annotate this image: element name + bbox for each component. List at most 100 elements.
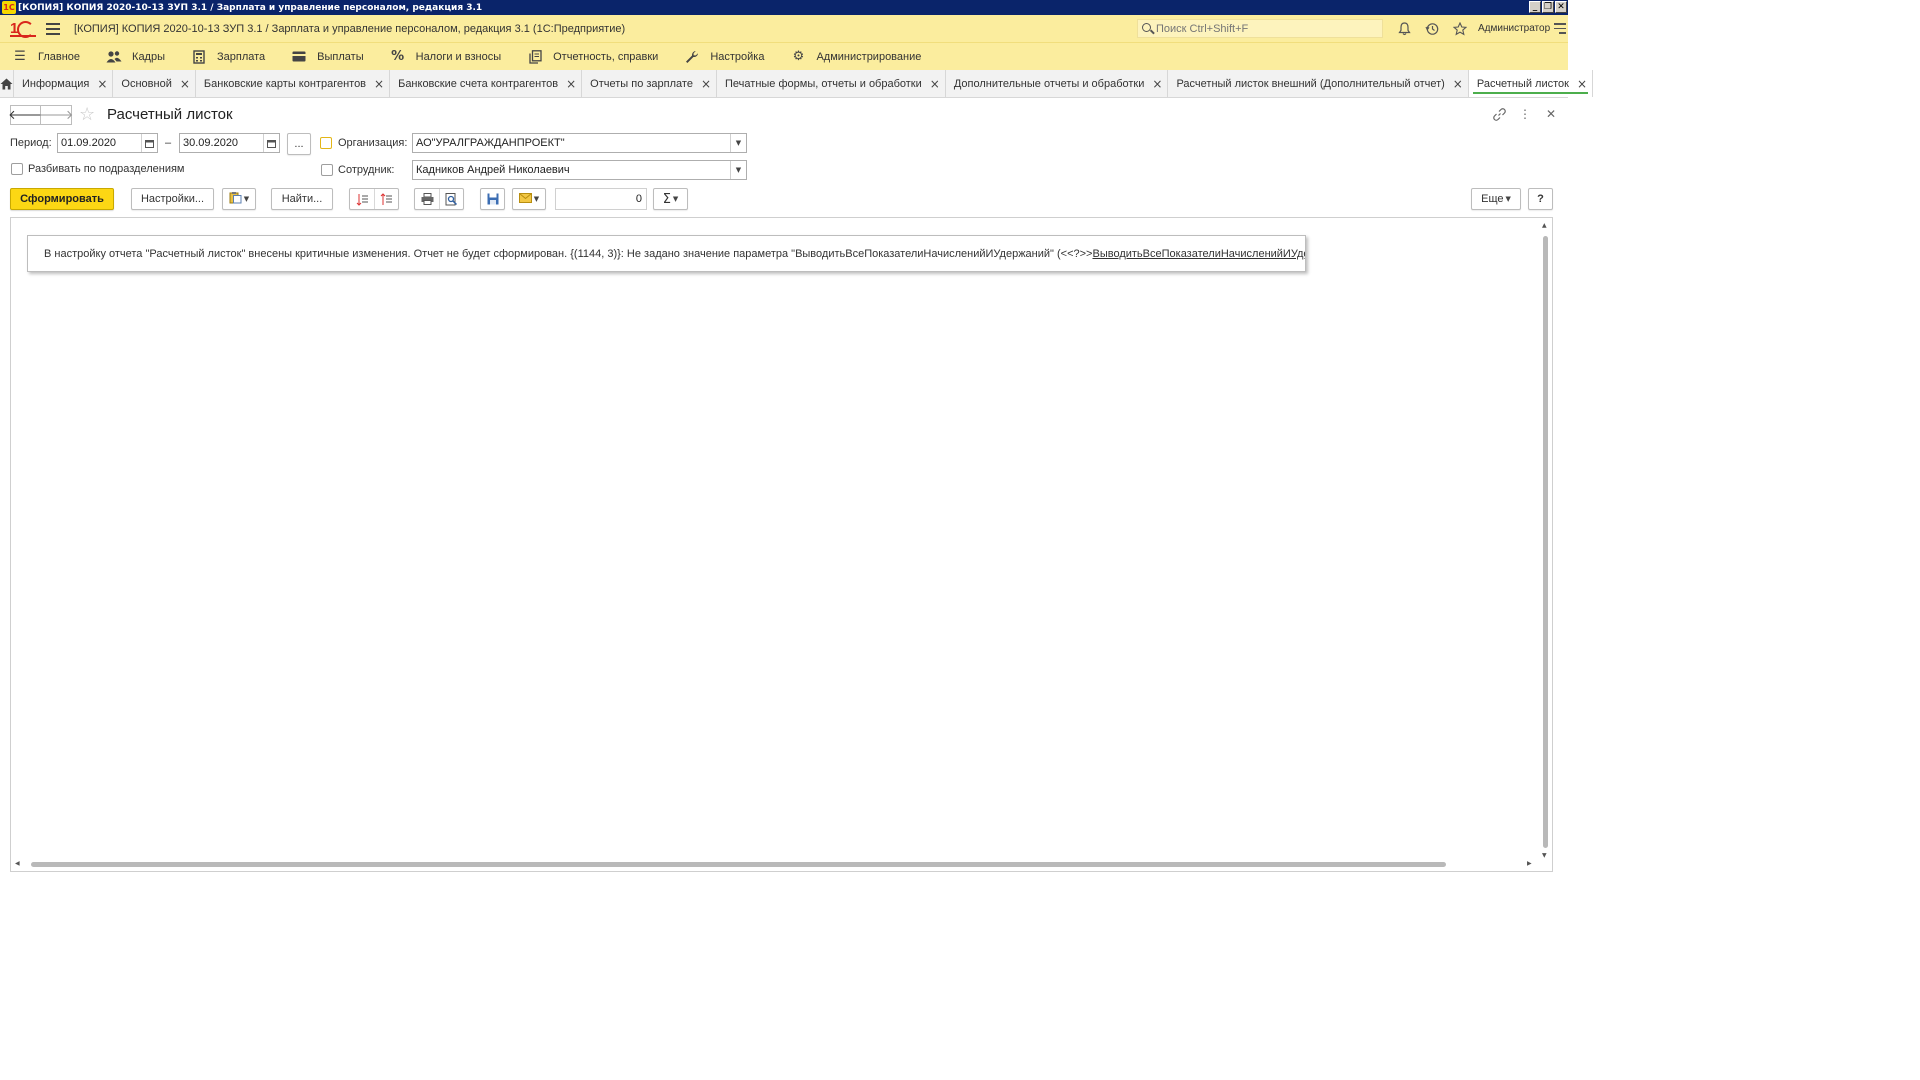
tab-bank-accounts[interactable]: Банковские счета контрагентов × xyxy=(390,70,583,97)
header-menu-icon[interactable] xyxy=(1552,20,1566,37)
calendar-icon[interactable] xyxy=(263,134,279,152)
help-button[interactable]: ? xyxy=(1528,188,1553,210)
minimize-button[interactable]: _ xyxy=(1529,1,1541,13)
section-label: Налоги и взносы xyxy=(415,50,502,63)
history-icon[interactable] xyxy=(1418,19,1446,38)
tab-bank-cards[interactable]: Банковские карты контрагентов × xyxy=(196,70,391,97)
scroll-down-icon[interactable]: ▼ xyxy=(1542,852,1547,859)
wrench-icon xyxy=(684,49,700,65)
forward-button[interactable]: 🡒 xyxy=(39,105,73,125)
section-reporting[interactable]: Отчетность, справки xyxy=(515,43,672,71)
tab-print-forms[interactable]: Печатные формы, отчеты и обработки × xyxy=(717,70,946,97)
favorite-star-icon[interactable]: ☆ xyxy=(79,104,95,125)
calendar-icon[interactable] xyxy=(141,134,157,152)
vertical-scrollbar[interactable]: ▲ ▼ xyxy=(1541,222,1550,862)
home-icon[interactable] xyxy=(0,70,14,97)
section-label: Отчетность, справки xyxy=(553,50,659,63)
error-message-link[interactable]: ВыводитьВсеПоказателиНачисленийИУдержани… xyxy=(1092,248,1305,260)
section-label: Кадры xyxy=(132,50,165,63)
scroll-left-icon[interactable]: ◀ xyxy=(15,860,20,867)
save-buttons xyxy=(480,188,505,210)
collapse-groups-icon[interactable] xyxy=(350,189,374,209)
horizontal-scrollbar[interactable]: ◀ ▶ xyxy=(15,860,1537,869)
tab-close-icon[interactable]: × xyxy=(701,77,711,91)
global-search[interactable] xyxy=(1137,19,1383,38)
organization-field[interactable]: АО"УРАЛГРАЖДАНПРОЕКТ" ▼ xyxy=(412,133,747,153)
employee-field[interactable]: Кадников Андрей Николаевич ▼ xyxy=(412,160,747,180)
tab-main[interactable]: Основной × xyxy=(113,70,196,97)
tab-payslip-external[interactable]: Расчетный листок внешний (Дополнительный… xyxy=(1168,70,1469,97)
tab-close-icon[interactable]: × xyxy=(374,77,384,91)
menu-list-icon: ☰ xyxy=(14,49,26,64)
sum-value-field[interactable]: 0 xyxy=(555,188,647,210)
split-by-departments-checkbox[interactable] xyxy=(11,163,23,175)
tab-label: Расчетный листок xyxy=(1476,77,1569,90)
tab-close-icon[interactable]: × xyxy=(97,77,107,91)
tab-salary-reports[interactable]: Отчеты по зарплате × xyxy=(582,70,718,97)
link-icon[interactable] xyxy=(1492,106,1506,122)
section-hr[interactable]: Кадры xyxy=(94,43,179,71)
section-settings[interactable]: Настройка xyxy=(672,43,778,71)
print-preview-icon[interactable] xyxy=(439,189,463,209)
scroll-up-icon[interactable]: ▲ xyxy=(1542,222,1547,229)
chevron-down-icon[interactable]: ▼ xyxy=(730,134,746,152)
find-button[interactable]: Найти... xyxy=(271,188,333,210)
tab-information[interactable]: Информация × xyxy=(14,70,114,97)
report-area[interactable]: В настройку отчета "Расчетный листок" вн… xyxy=(10,217,1553,872)
section-main[interactable]: ☰ Главное xyxy=(0,43,94,71)
variant-button[interactable]: ▼ xyxy=(222,188,256,210)
save-icon[interactable] xyxy=(481,189,504,209)
split-by-departments-label: Разбивать по подразделениям xyxy=(28,163,185,175)
tab-close-icon[interactable]: × xyxy=(566,77,576,91)
tab-close-icon[interactable]: × xyxy=(1453,77,1463,91)
settings-button[interactable]: Настройки... xyxy=(131,188,214,210)
favorites-star-icon[interactable] xyxy=(1446,19,1474,38)
generate-button[interactable]: Сформировать xyxy=(10,188,114,210)
tab-label: Банковские счета контрагентов xyxy=(398,77,559,90)
scroll-right-icon[interactable]: ▶ xyxy=(1527,860,1532,867)
user-name[interactable]: Администратор xyxy=(1478,23,1550,34)
1c-logo-icon: 1 xyxy=(10,20,36,38)
window-titlebar: 1C [КОПИЯ] КОПИЯ 2020-10-13 ЗУП 3.1 / За… xyxy=(0,0,1568,15)
chevron-down-icon[interactable]: ▼ xyxy=(730,161,746,179)
sum-mode-button[interactable]: Σ ▼ xyxy=(653,188,688,210)
tab-close-icon[interactable]: × xyxy=(180,77,190,91)
expand-groups-icon[interactable] xyxy=(374,189,398,209)
section-payments[interactable]: Выплаты xyxy=(279,43,377,71)
more-button[interactable]: Еще ▼ xyxy=(1471,188,1521,210)
section-taxes[interactable]: % Налоги и взносы xyxy=(378,43,516,71)
search-icon xyxy=(1140,20,1156,37)
date-from-field[interactable]: 01.09.2020 xyxy=(57,133,158,153)
horizontal-scroll-thumb[interactable] xyxy=(31,862,1446,867)
more-actions-icon[interactable]: ⋮ xyxy=(1518,106,1532,122)
print-icon[interactable] xyxy=(415,189,439,209)
documents-icon xyxy=(527,49,543,65)
tab-additional-reports[interactable]: Дополнительные отчеты и обработки × xyxy=(946,70,1169,97)
tab-payslip[interactable]: Расчетный листок × xyxy=(1468,70,1593,97)
search-input[interactable] xyxy=(1156,22,1376,35)
tab-label: Информация xyxy=(22,77,90,90)
back-button[interactable]: 🡐 xyxy=(8,105,43,125)
vertical-scroll-thumb[interactable] xyxy=(1543,236,1548,848)
close-form-icon[interactable]: ✕ xyxy=(1544,106,1558,122)
people-icon xyxy=(106,49,122,65)
employee-label: Сотрудник: xyxy=(338,164,395,176)
select-period-button[interactable]: ... xyxy=(287,133,311,155)
app-logo-small-icon: 1C xyxy=(2,1,16,14)
app-title: [КОПИЯ] КОПИЯ 2020-10-13 ЗУП 3.1 / Зарпл… xyxy=(74,22,626,35)
main-menu-icon[interactable] xyxy=(46,22,60,35)
maximize-button[interactable]: ❐ xyxy=(1542,1,1554,13)
organization-checkbox[interactable] xyxy=(320,137,332,149)
tab-close-icon[interactable]: × xyxy=(1577,77,1587,91)
date-to-field[interactable]: 30.09.2020 xyxy=(179,133,280,153)
tab-close-icon[interactable]: × xyxy=(1152,77,1162,91)
tab-close-icon[interactable]: × xyxy=(930,77,940,91)
close-window-button[interactable]: ✕ xyxy=(1555,1,1567,13)
gear-icon: ⚙ xyxy=(792,49,805,64)
bell-icon[interactable] xyxy=(1390,19,1418,38)
section-administration[interactable]: ⚙ Администрирование xyxy=(778,43,935,71)
send-email-button[interactable]: ▼ xyxy=(512,188,546,210)
employee-checkbox[interactable] xyxy=(321,164,333,176)
envelope-icon xyxy=(518,192,532,206)
section-salary[interactable]: Зарплата xyxy=(179,43,279,71)
